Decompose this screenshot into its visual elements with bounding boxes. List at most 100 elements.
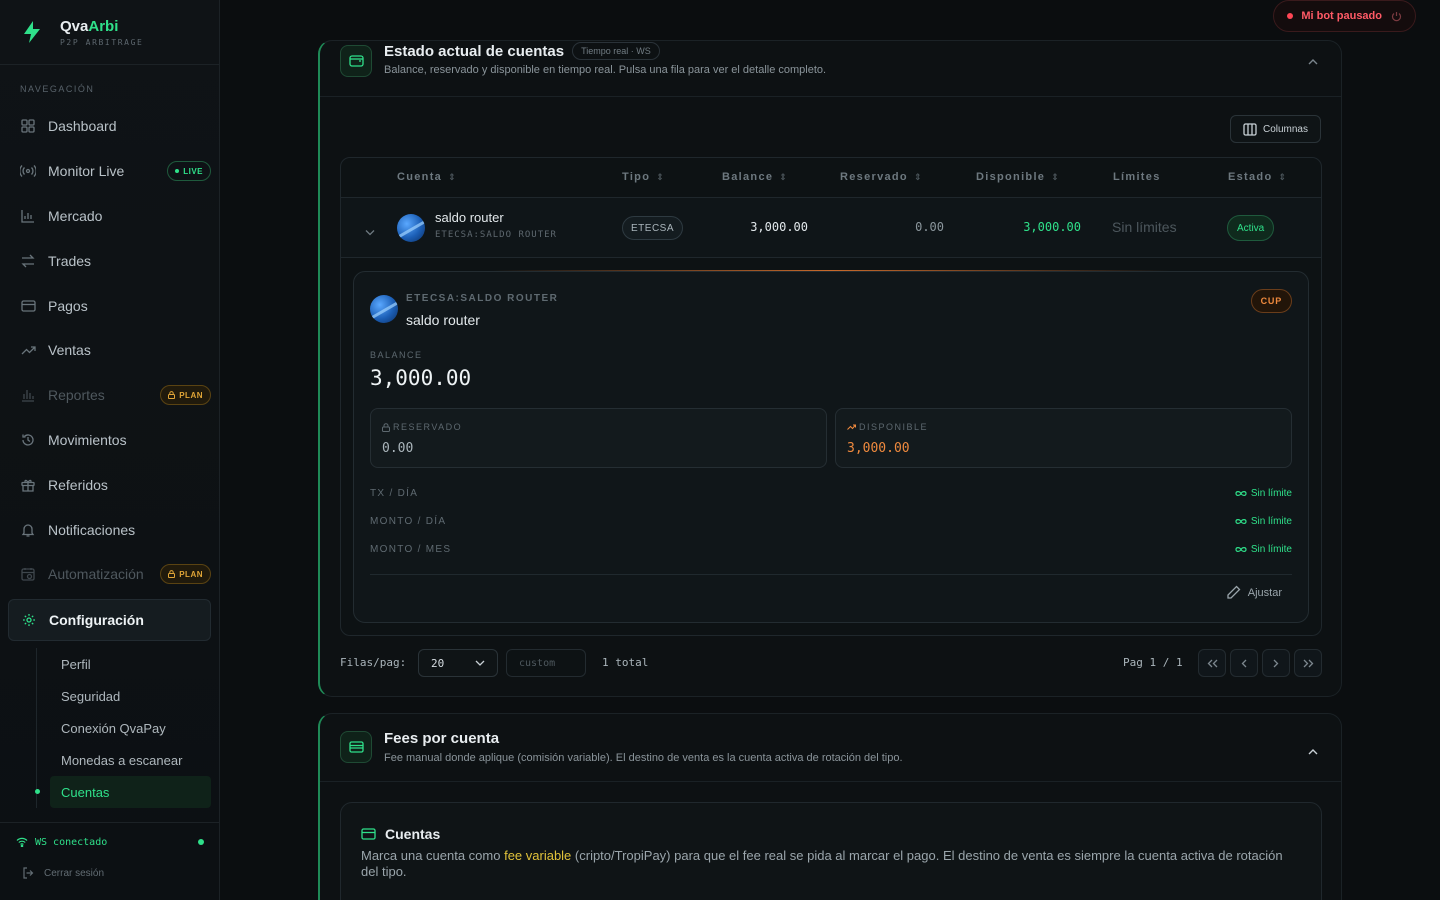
account-name: saldo router — [435, 210, 504, 225]
detail-account-id: ETECSA:SALDO ROUTER — [406, 293, 559, 304]
trend-up-icon — [847, 424, 856, 430]
account-id: ETECSA:SALDO ROUTER — [435, 230, 557, 240]
submenu-item-conexion-qvapay[interactable]: Conexión QvaPay — [37, 712, 211, 744]
brand-subtitle: P2P ARBITRAGE — [60, 37, 144, 47]
accounts-card-header[interactable]: Estado actual de cuentas Tiempo real · WS… — [320, 41, 1341, 97]
realtime-pill: Tiempo real · WS — [572, 42, 660, 60]
power-icon — [1391, 11, 1402, 21]
chevron-up-icon[interactable] — [1307, 53, 1319, 71]
sidebar-item-configuracion[interactable]: Configuración — [8, 599, 211, 641]
submenu-item-monedas[interactable]: Monedas a escanear — [37, 744, 211, 776]
infinity-icon — [1235, 518, 1247, 524]
bot-status-button[interactable]: Mi bot pausado — [1273, 0, 1416, 32]
limits-value: Sin límites — [1112, 219, 1177, 235]
sort-icon: ⇕ — [1051, 171, 1061, 182]
gift-icon — [20, 477, 36, 493]
logout-button[interactable]: Cerrar sesión — [0, 861, 220, 885]
col-disponible[interactable]: Disponible ⇕ — [976, 171, 1060, 183]
col-estado[interactable]: Estado ⇕ — [1228, 171, 1287, 183]
accounts-table: Cuenta ⇕ Tipo ⇕ Balance ⇕ Reservado ⇕ Dispon… — [340, 157, 1322, 636]
sidebar-item-referidos[interactable]: Referidos — [8, 464, 211, 506]
reserved-amount: 0.00 — [382, 441, 414, 456]
sort-icon: ⇕ — [913, 171, 923, 182]
ws-status: WS conectado — [0, 823, 220, 861]
available-value: 3,000.00 — [1023, 220, 1081, 234]
submenu-item-cuentas[interactable]: Cuentas — [35, 776, 211, 808]
chevron-down-icon — [475, 660, 485, 666]
custom-rows-input[interactable] — [506, 649, 586, 677]
chevron-down-icon[interactable] — [365, 223, 375, 241]
sidebar-item-trades[interactable]: Trades — [8, 240, 211, 282]
account-avatar — [370, 295, 398, 323]
available-box: DISPONIBLE 3,000.00 — [835, 408, 1292, 468]
col-balance[interactable]: Balance ⇕ — [722, 171, 788, 183]
sidebar-item-automatizacion[interactable]: Automatización PLAN — [8, 553, 211, 595]
fees-card-subtitle: Fee manual donde aplique (comisión varia… — [384, 752, 903, 764]
available-label: DISPONIBLE — [847, 422, 928, 432]
grid-icon — [20, 118, 36, 134]
brand[interactable]: QvaArbi P2P ARBITRAGE — [0, 0, 219, 65]
next-page-button[interactable] — [1262, 649, 1290, 677]
col-reservado[interactable]: Reservado ⇕ — [840, 171, 923, 183]
lock-icon — [382, 422, 390, 432]
card-icon — [361, 828, 376, 840]
sort-icon: ⇕ — [448, 171, 457, 182]
table-row[interactable]: saldo router ETECSA:SALDO ROUTER ETECSA … — [341, 198, 1321, 258]
ws-status-dot — [198, 839, 204, 845]
account-avatar — [397, 214, 425, 242]
columns-button[interactable]: Columnas — [1229, 115, 1321, 143]
sidebar-item-monitor-live[interactable]: Monitor Live LIVE — [8, 150, 211, 192]
pencil-icon — [1227, 585, 1241, 599]
accounts-card-subtitle: Balance, reservado y disponible en tiemp… — [384, 64, 827, 76]
sidebar-item-pagos[interactable]: Pagos — [8, 285, 211, 327]
available-amount: 3,000.00 — [847, 441, 910, 456]
sidebar-item-notificaciones[interactable]: Notificaciones — [8, 509, 211, 551]
accounts-card-title: Estado actual de cuentas Tiempo real · WS — [384, 42, 660, 60]
adjust-button[interactable]: Ajustar — [1226, 585, 1282, 600]
logout-icon — [23, 867, 34, 879]
sidebar-item-reportes[interactable]: Reportes PLAN — [8, 374, 211, 416]
col-tipo[interactable]: Tipo ⇕ — [622, 171, 665, 183]
plan-badge: PLAN — [160, 385, 211, 405]
limit-row-tx-dia: TX / DÍA Sin límite — [370, 487, 1292, 499]
balance-value: 3,000.00 — [750, 220, 808, 234]
bolt-icon — [18, 18, 46, 46]
page-indicator: Pag 1 / 1 — [1123, 656, 1183, 669]
col-cuenta[interactable]: Cuenta ⇕ — [397, 171, 457, 183]
submenu-item-seguridad[interactable]: Seguridad — [37, 680, 211, 712]
table-header: Cuenta ⇕ Tipo ⇕ Balance ⇕ Reservado ⇕ Dispon… — [341, 158, 1321, 198]
plan-badge: PLAN — [160, 564, 211, 584]
card-icon — [340, 731, 372, 763]
sidebar-item-dashboard[interactable]: Dashboard — [8, 105, 211, 147]
pagination: Filas/pag: 20 1 total Pag 1 / 1 — [340, 649, 1322, 677]
bell-icon — [20, 522, 36, 538]
fees-accounts-title: Cuentas — [361, 826, 440, 842]
chevrons-left-icon — [1207, 659, 1217, 667]
first-page-button[interactable] — [1198, 649, 1226, 677]
sidebar-item-ventas[interactable]: Ventas — [8, 329, 211, 371]
columns-icon — [1243, 122, 1257, 136]
limit-row-monto-dia: MONTO / DÍA Sin límite — [370, 515, 1292, 527]
accounts-status-card: Estado actual de cuentas Tiempo real · WS… — [318, 40, 1342, 697]
chevron-up-icon[interactable] — [1307, 743, 1319, 761]
fees-card-header[interactable]: Fees por cuenta Fee manual donde aplique… — [320, 714, 1341, 782]
sidebar-item-mercado[interactable]: Mercado — [8, 195, 211, 237]
account-detail-panel: ETECSA:SALDO ROUTER saldo router CUP BAL… — [353, 271, 1309, 623]
live-badge: LIVE — [167, 161, 211, 181]
rows-per-page-select[interactable]: 20 — [418, 649, 498, 677]
sidebar-item-movimientos[interactable]: Movimientos — [8, 419, 211, 461]
wifi-icon — [16, 837, 28, 847]
card-icon — [20, 298, 36, 314]
infinity-icon — [1235, 490, 1247, 496]
fee-variable-highlight: fee variable — [504, 848, 572, 863]
submenu-item-perfil[interactable]: Perfil — [37, 648, 211, 680]
divider — [370, 574, 1292, 575]
brand-name: QvaArbi — [60, 17, 119, 35]
reserved-box: RESERVADO 0.00 — [370, 408, 827, 468]
last-page-button[interactable] — [1294, 649, 1322, 677]
prev-page-button[interactable] — [1230, 649, 1258, 677]
sidebar-footer: WS conectado Cerrar sesión — [0, 822, 220, 885]
trend-up-icon — [20, 342, 36, 358]
config-submenu: Perfil Seguridad Conexión QvaPay Monedas… — [35, 648, 211, 808]
detail-account-name: saldo router — [406, 312, 480, 328]
